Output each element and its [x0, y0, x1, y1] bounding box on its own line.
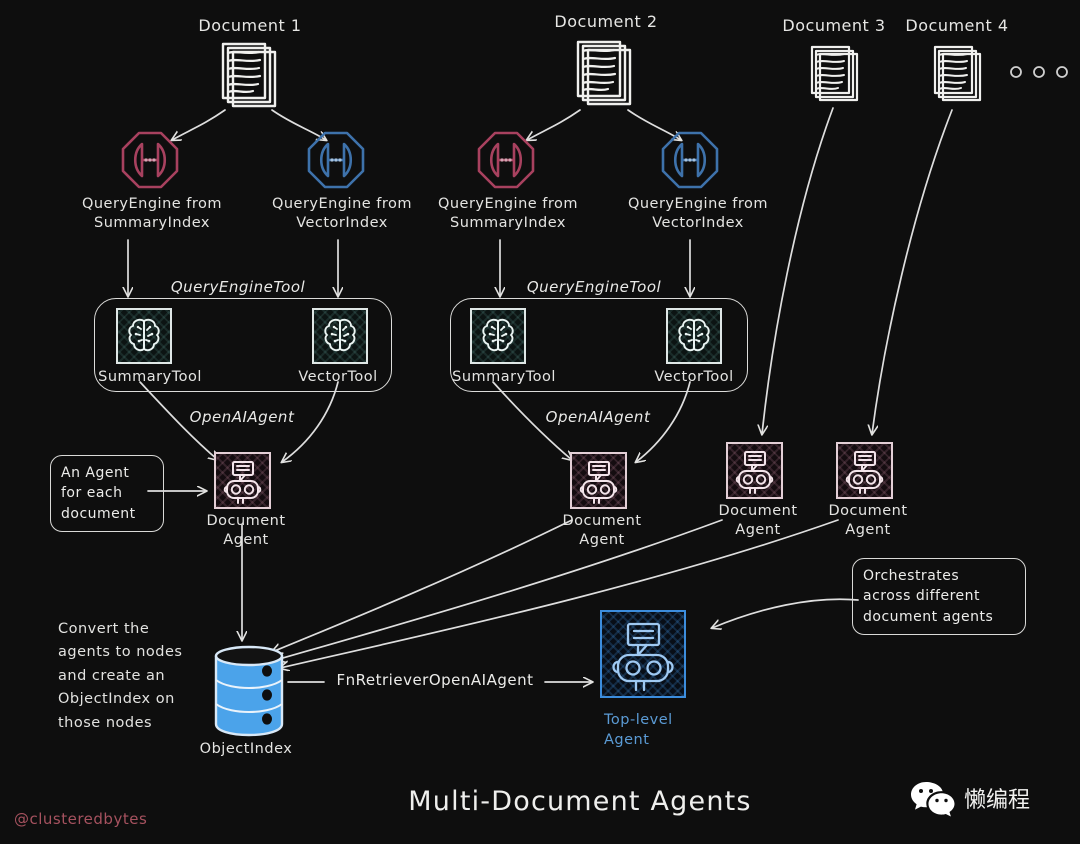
summary-tool-label-1: SummaryTool: [98, 369, 202, 385]
query-engine-tool-label-1: QueryEngineTool: [170, 278, 306, 296]
document-2-icon: [576, 40, 632, 106]
openai-agent-label-2: OpenAIAgent: [545, 408, 651, 426]
object-index-icon[interactable]: [208, 642, 290, 738]
callout-agent-per-document: An Agent for each document: [50, 455, 164, 532]
vector-tool-label-2: VectorTool: [654, 369, 734, 385]
vector-tool-tile-2[interactable]: [666, 308, 722, 364]
query-engine-vector-2-label: QueryEngine from VectorIndex: [627, 196, 769, 231]
summary-tool-label-2: SummaryTool: [452, 369, 556, 385]
author-watermark: @clusteredbytes: [14, 810, 148, 828]
fn-retriever-label: FnRetrieverOpenAIAgent: [331, 671, 539, 691]
top-level-agent-tile[interactable]: [600, 610, 686, 698]
document-1-title: Document 1: [198, 16, 302, 35]
diagram-canvas: Document 1 Document 2 Document 3 Documen…: [0, 0, 1080, 844]
document-agent-tile-4[interactable]: [836, 442, 893, 499]
more-documents-ellipsis-icon: [1010, 66, 1068, 78]
vector-tool-tile-1[interactable]: [312, 308, 368, 364]
document-agent-tile-2[interactable]: [570, 452, 627, 509]
wechat-name: 懒编程: [964, 788, 1031, 813]
document-3-title: Document 3: [782, 16, 886, 35]
openai-agent-label-1: OpenAIAgent: [189, 408, 295, 426]
query-engine-tool-label-2: QueryEngineTool: [526, 278, 662, 296]
query-engine-summary-2-icon: [477, 131, 535, 189]
query-engine-summary-1-label: QueryEngine from SummaryIndex: [81, 196, 223, 231]
callout-orchestrates: Orchestrates across different document a…: [852, 558, 1026, 635]
query-engine-summary-2-label: QueryEngine from SummaryIndex: [437, 196, 579, 231]
object-index-label: ObjectIndex: [199, 741, 293, 757]
document-agent-label-1: Document Agent: [206, 513, 286, 548]
document-agent-tile-3[interactable]: [726, 442, 783, 499]
summary-tool-tile-2[interactable]: [470, 308, 526, 364]
document-3-icon: [810, 45, 859, 102]
document-agent-tile-1[interactable]: [214, 452, 271, 509]
summary-tool-tile-1[interactable]: [116, 308, 172, 364]
query-engine-summary-1-icon: [121, 131, 179, 189]
document-1-icon: [221, 42, 277, 108]
document-agent-label-4: Document Agent: [828, 503, 908, 538]
query-engine-vector-1-label: QueryEngine from VectorIndex: [271, 196, 413, 231]
document-agent-label-2: Document Agent: [562, 513, 642, 548]
wechat-branding: 懒编程: [910, 780, 1031, 817]
document-2-title: Document 2: [554, 12, 658, 31]
document-4-title: Document 4: [905, 16, 1009, 35]
document-agent-label-3: Document Agent: [718, 503, 798, 538]
page-title: Multi-Document Agents: [408, 786, 752, 817]
document-4-icon: [933, 45, 982, 102]
query-engine-vector-2-icon: [661, 131, 719, 189]
top-level-agent-label: Top-level Agent: [604, 712, 673, 749]
query-engine-vector-1-icon: [307, 131, 365, 189]
vector-tool-label-1: VectorTool: [298, 369, 378, 385]
wechat-icon: [911, 782, 955, 817]
